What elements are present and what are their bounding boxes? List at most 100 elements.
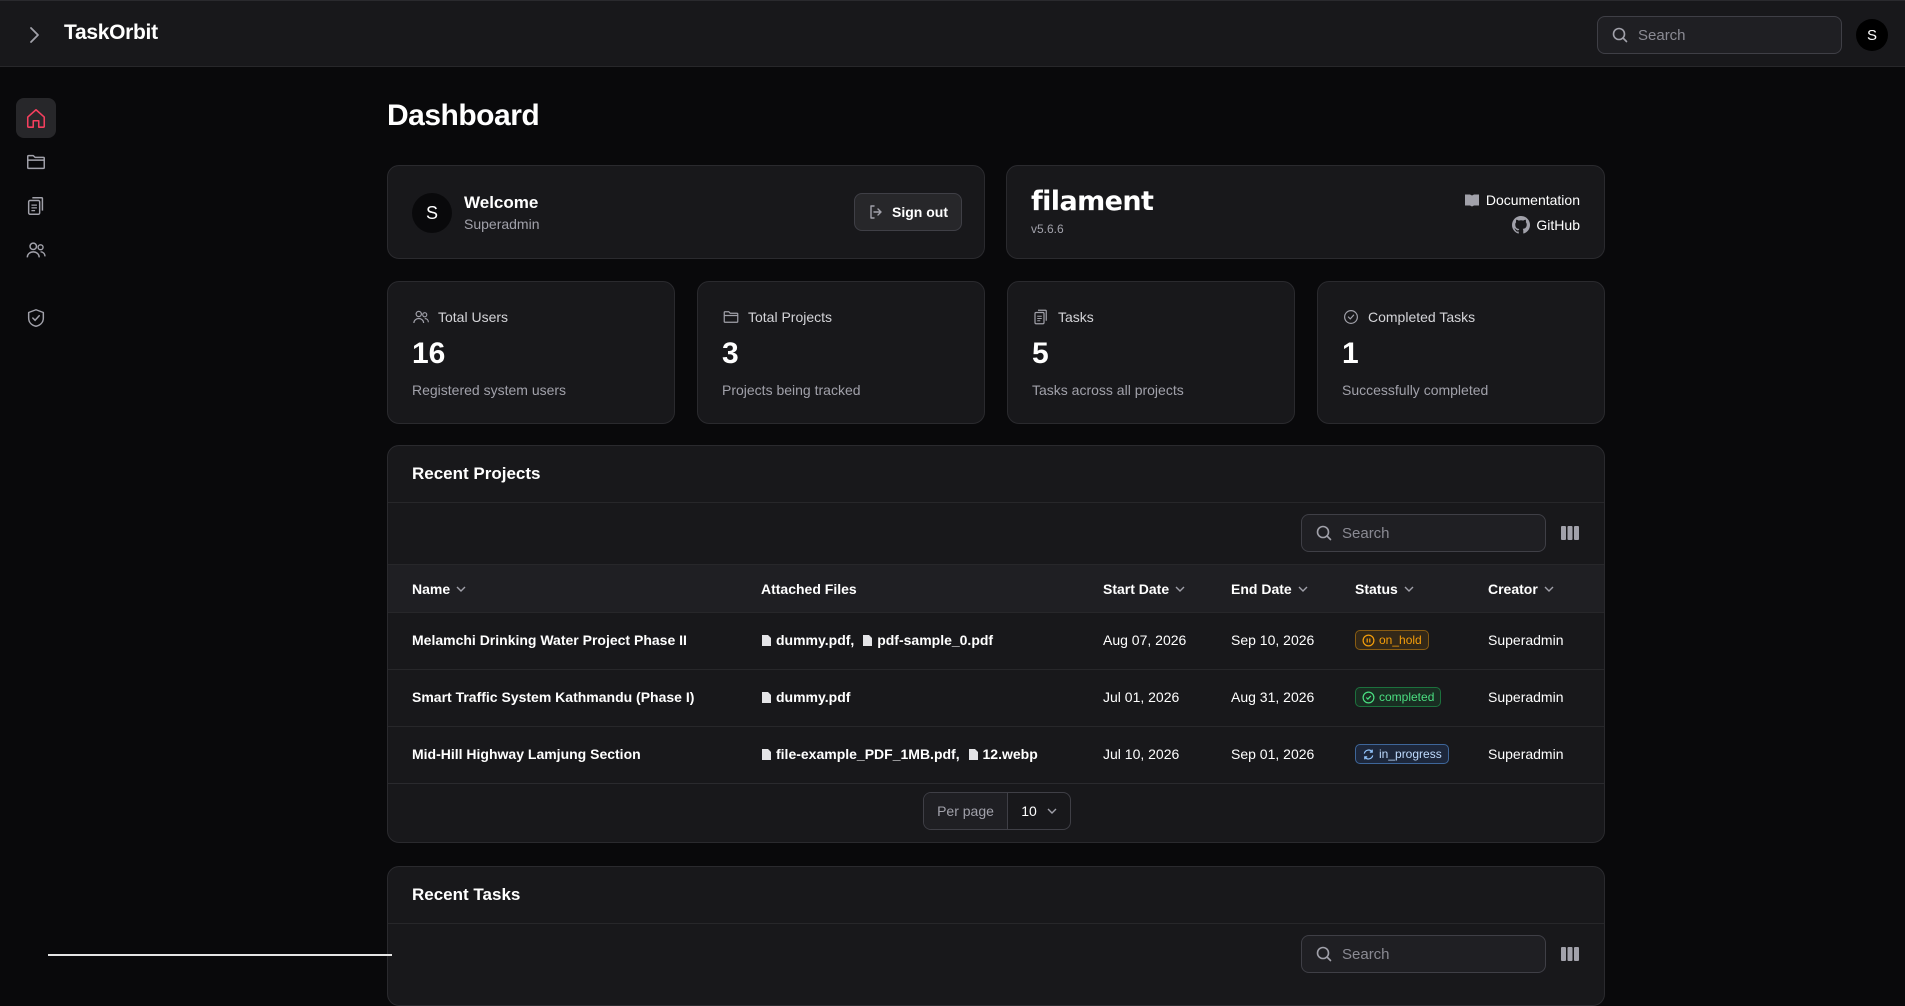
divider	[388, 923, 1604, 924]
sidebar-item-shield[interactable]	[16, 298, 56, 338]
column-toggle-icon[interactable]	[1560, 524, 1580, 542]
stat-label: Completed Tasks	[1368, 309, 1476, 325]
chevron-down-icon	[1404, 586, 1414, 592]
attached-files: dummy.pdf, pdf-sample_0.pdf	[761, 632, 993, 650]
column-header-files: Attached Files	[761, 581, 857, 597]
check-circle-icon	[1344, 310, 1358, 324]
table-row[interactable]: Mid-Hill Highway Lamjung Section file-ex…	[388, 727, 1604, 784]
stat-value: 16	[412, 337, 446, 370]
attached-files: dummy.pdf	[761, 689, 850, 707]
table-search-input[interactable]	[1342, 945, 1532, 963]
stat-description: Projects being tracked	[722, 382, 861, 398]
user-avatar[interactable]: S	[1856, 19, 1888, 51]
search-icon	[1316, 946, 1332, 962]
filament-logo: filament	[1031, 186, 1154, 217]
column-header-end-date[interactable]: End Date	[1231, 581, 1308, 597]
filament-info-card: filament v5.6.6 Documentation GitHub	[1006, 165, 1605, 259]
clipboard-icon	[1034, 309, 1047, 325]
chevron-down-icon	[456, 586, 466, 592]
brand-logo[interactable]: TaskOrbit	[64, 21, 158, 45]
github-label: GitHub	[1536, 217, 1580, 233]
section-title: Recent Tasks	[412, 885, 521, 904]
sidebar-item-home[interactable]	[16, 98, 56, 138]
stat-description: Tasks across all projects	[1032, 382, 1184, 398]
status-badge: in_progress	[1355, 744, 1449, 764]
document-icon	[762, 748, 771, 760]
pagination-per-page: Per page 10	[923, 792, 1071, 830]
stat-card-tasks: Tasks 5 Tasks across all projects	[1007, 281, 1295, 424]
file-link[interactable]: 12.webp	[968, 746, 1038, 762]
sidebar-toggle-button[interactable]	[22, 23, 46, 47]
stat-card-completed: Completed Tasks 1 Successfully completed	[1317, 281, 1605, 424]
shield-check-icon	[27, 309, 45, 327]
pause-circle-icon	[1362, 634, 1375, 646]
project-name[interactable]: Mid-Hill Highway Lamjung Section	[412, 746, 641, 762]
table-row[interactable]: Smart Traffic System Kathmandu (Phase I)…	[388, 670, 1604, 727]
attached-files: file-example_PDF_1MB.pdf, 12.webp	[761, 746, 1038, 764]
stat-card-projects: Total Projects 3 Projects being tracked	[697, 281, 985, 424]
project-name[interactable]: Smart Traffic System Kathmandu (Phase I)	[412, 689, 694, 705]
status-badge: completed	[1355, 687, 1442, 707]
sidebar-item-tasks[interactable]	[16, 186, 56, 226]
chevron-down-icon	[1175, 586, 1185, 592]
table-search-input[interactable]	[1342, 524, 1532, 542]
clipboard-icon	[27, 197, 44, 215]
chevron-down-icon	[1298, 586, 1308, 592]
per-page-select[interactable]: 10	[1008, 793, 1070, 829]
stat-label: Total Projects	[748, 309, 833, 325]
table-header: Name Attached Files Start Date End Date …	[388, 564, 1604, 613]
sidebar-item-projects[interactable]	[16, 142, 56, 182]
recent-projects-section: Recent Projects Name Attached Files Star…	[387, 445, 1605, 843]
users-icon	[413, 310, 429, 324]
stat-value: 5	[1032, 337, 1049, 370]
documentation-label: Documentation	[1485, 192, 1580, 208]
file-link[interactable]: pdf-sample_0.pdf	[862, 632, 993, 648]
project-name[interactable]: Melamchi Drinking Water Project Phase II	[412, 632, 687, 648]
document-icon	[863, 634, 873, 646]
status-badge: on_hold	[1355, 630, 1429, 650]
chevron-right-icon	[30, 27, 39, 43]
folder-icon	[27, 154, 45, 170]
start-date: Jul 10, 2026	[1103, 746, 1180, 762]
chevron-down-icon	[1047, 808, 1057, 814]
stat-value: 1	[1342, 337, 1359, 370]
stat-value: 3	[722, 337, 739, 370]
column-toggle-icon[interactable]	[1560, 945, 1580, 963]
logout-icon	[870, 205, 882, 219]
filament-version: v5.6.6	[1031, 222, 1064, 236]
sign-out-label: Sign out	[892, 204, 948, 220]
welcome-title: Welcome	[464, 193, 539, 212]
sidebar	[0, 67, 72, 956]
start-date: Jul 01, 2026	[1103, 689, 1180, 705]
sign-out-button[interactable]: Sign out	[854, 193, 962, 231]
file-link[interactable]: dummy.pdf	[761, 689, 850, 705]
end-date: Sep 10, 2026	[1231, 632, 1315, 648]
file-link[interactable]: dummy.pdf,	[761, 632, 854, 648]
column-header-start-date[interactable]: Start Date	[1103, 581, 1185, 597]
folder-icon	[723, 311, 739, 323]
column-header-name[interactable]: Name	[412, 581, 466, 597]
table-search	[1301, 935, 1546, 973]
end-date: Aug 31, 2026	[1231, 689, 1315, 705]
stat-label: Tasks	[1058, 309, 1094, 325]
github-link[interactable]: GitHub	[1512, 216, 1580, 234]
search-icon	[1316, 525, 1332, 541]
per-page-label: Per page	[924, 793, 1008, 829]
chevron-down-icon	[1544, 586, 1554, 592]
github-icon	[1512, 216, 1531, 234]
sidebar-item-users[interactable]	[16, 230, 56, 270]
file-link[interactable]: file-example_PDF_1MB.pdf,	[761, 746, 960, 762]
column-header-status[interactable]: Status	[1355, 581, 1414, 597]
column-header-creator[interactable]: Creator	[1488, 581, 1554, 597]
table-search	[1301, 514, 1546, 552]
table-row[interactable]: Melamchi Drinking Water Project Phase II…	[388, 613, 1604, 670]
welcome-username: Superadmin	[464, 216, 540, 232]
global-search	[1597, 16, 1842, 54]
global-search-input[interactable]	[1638, 26, 1828, 44]
documentation-link[interactable]: Documentation	[1464, 192, 1580, 208]
stat-card-users: Total Users 16 Registered system users	[387, 281, 675, 424]
refresh-icon	[1363, 749, 1374, 759]
document-icon	[762, 634, 771, 646]
divider	[388, 502, 1604, 503]
start-date: Aug 07, 2026	[1103, 632, 1187, 648]
